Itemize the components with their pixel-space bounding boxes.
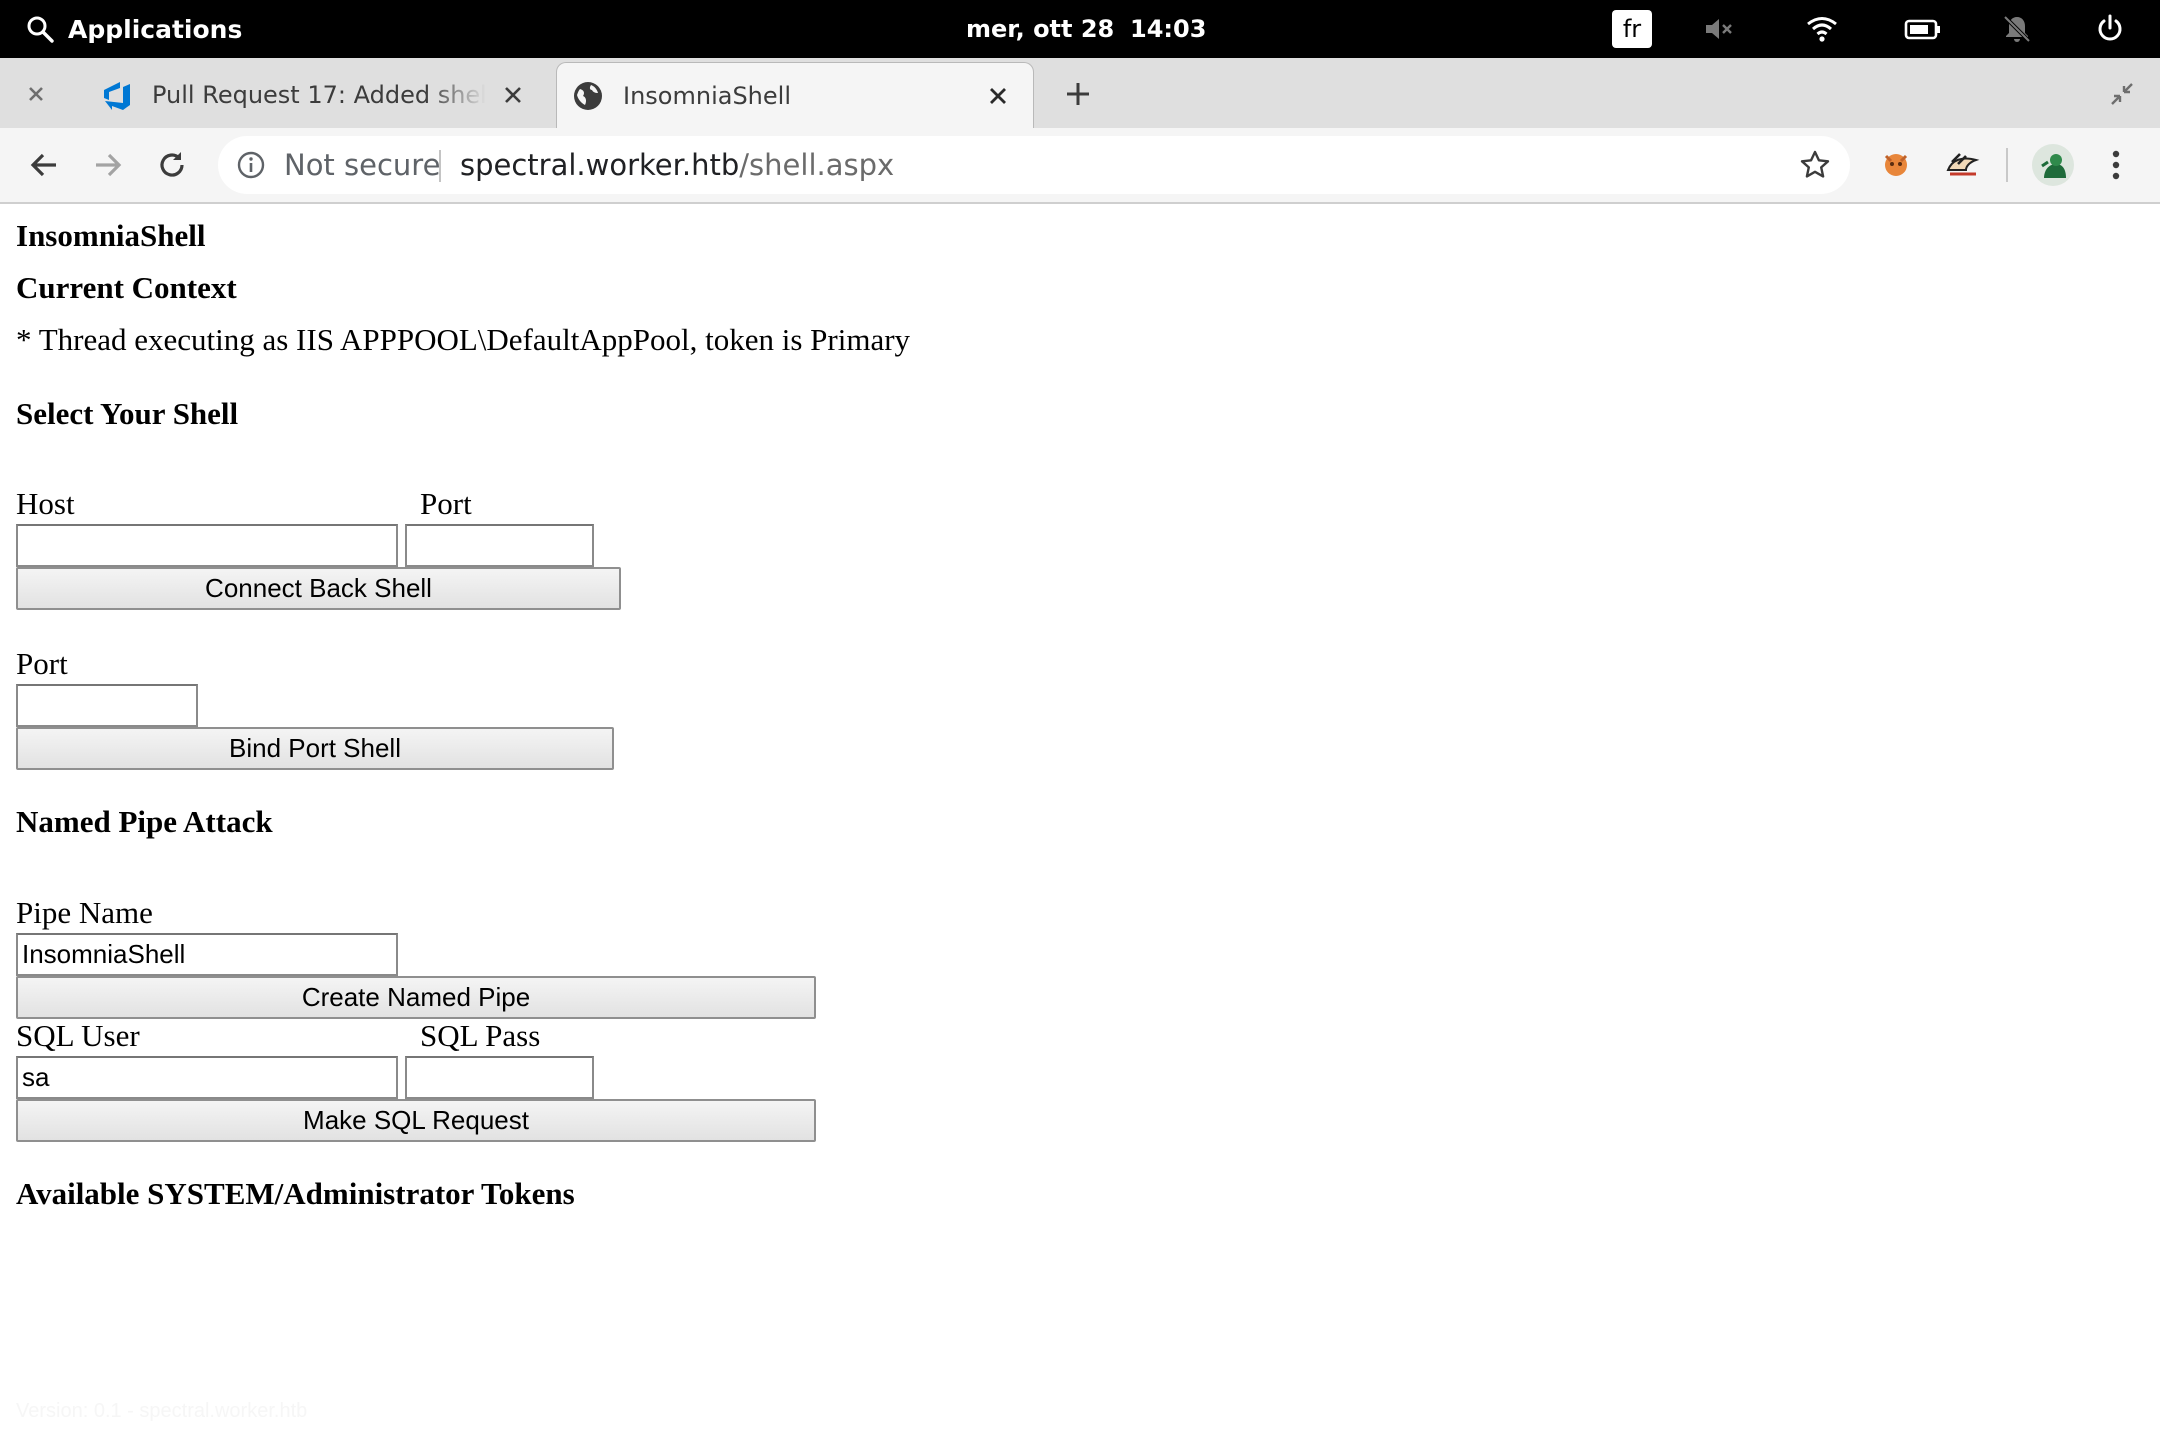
bind-port-label: Port <box>16 646 68 681</box>
applications-label: Applications <box>68 14 243 44</box>
tab-title: Pull Request 17: Added shell.aspx <box>152 81 486 109</box>
context-info-text: * Thread executing as IIS APPPOOL\Defaul… <box>16 322 911 357</box>
create-named-pipe-button[interactable]: Create Named Pipe <box>16 976 816 1019</box>
make-sql-request-button[interactable]: Make SQL Request <box>16 1099 816 1142</box>
address-separator <box>439 150 441 182</box>
search-icon <box>27 16 54 43</box>
profile-avatar[interactable] <box>2032 144 2074 186</box>
url-text[interactable]: spectral.worker.htb/shell.aspx <box>460 136 894 194</box>
new-tab-icon[interactable] <box>1062 78 1094 110</box>
applications-menu[interactable]: Applications <box>26 0 242 58</box>
url-host: spectral.worker.htb <box>460 148 740 182</box>
power-icon[interactable] <box>2094 13 2126 45</box>
connect-back-shell-button[interactable]: Connect Back Shell <box>16 567 621 610</box>
notifications-off-icon[interactable] <box>2001 13 2033 45</box>
info-icon[interactable] <box>236 150 266 180</box>
pipe-name-input[interactable] <box>16 933 398 976</box>
connect-port-input[interactable] <box>405 524 594 567</box>
bookmark-star-icon[interactable] <box>1798 148 1832 182</box>
host-input[interactable] <box>16 524 398 567</box>
sql-pass-input[interactable] <box>405 1056 594 1099</box>
tab-title: InsomniaShell <box>623 82 791 110</box>
extension-rabbit-icon[interactable] <box>1942 144 1982 184</box>
toolbar-divider <box>2006 148 2008 182</box>
back-arrow-icon[interactable] <box>26 147 62 183</box>
restore-window-icon[interactable] <box>2108 80 2136 108</box>
sql-user-input[interactable] <box>16 1056 398 1099</box>
avatar-figure-icon <box>2041 154 2066 178</box>
bind-port-input[interactable] <box>16 684 198 727</box>
close-tab-icon[interactable] <box>985 83 1011 109</box>
globe-icon <box>574 82 602 110</box>
footer-version-text: Version: 0.1 - spectral.worker.htb <box>16 1400 308 1422</box>
url-path: /shell.aspx <box>739 148 895 182</box>
port-label: Port <box>420 486 472 521</box>
web-page-content: InsomniaShell Current Context * Thread e… <box>0 204 2160 1440</box>
volume-muted-icon[interactable] <box>1702 13 1734 45</box>
host-label: Host <box>16 486 75 521</box>
pipe-name-label: Pipe Name <box>16 895 153 930</box>
browser-tab-strip: Pull Request 17: Added shell.aspx Insomn… <box>0 58 2160 129</box>
browser-menu-icon[interactable] <box>2102 146 2130 184</box>
wifi-icon[interactable] <box>1806 13 1838 45</box>
named-pipe-heading: Named Pipe Attack <box>16 804 273 839</box>
address-bar[interactable]: Not secure spectral.worker.htb/shell.asp… <box>218 136 1850 194</box>
reload-icon[interactable] <box>154 147 190 183</box>
forward-arrow-icon[interactable] <box>90 147 126 183</box>
sql-pass-label: SQL Pass <box>420 1018 541 1053</box>
battery-icon[interactable] <box>1904 13 1942 45</box>
close-icon[interactable] <box>22 80 50 108</box>
tab-insomniashell[interactable]: InsomniaShell <box>556 62 1034 129</box>
keyboard-layout-indicator[interactable]: fr <box>1612 10 1652 48</box>
clock-date[interactable]: mer, ott 28 <box>966 0 1114 58</box>
current-context-heading: Current Context <box>16 270 237 305</box>
select-shell-heading: Select Your Shell <box>16 396 239 431</box>
close-tab-icon[interactable] <box>500 82 526 108</box>
page-title: InsomniaShell <box>16 218 206 253</box>
browser-toolbar: Not secure spectral.worker.htb/shell.asp… <box>0 128 2160 204</box>
azure-devops-icon <box>104 82 130 110</box>
tokens-heading: Available SYSTEM/Administrator Tokens <box>16 1176 575 1211</box>
not-secure-label: Not secure <box>284 148 441 182</box>
bind-port-shell-button[interactable]: Bind Port Shell <box>16 727 614 770</box>
clock-time[interactable]: 14:03 <box>1130 0 1206 58</box>
sql-user-label: SQL User <box>16 1018 140 1053</box>
tab-pull-request[interactable]: Pull Request 17: Added shell.aspx <box>86 62 548 128</box>
system-top-bar: Applications mer, ott 28 14:03 fr <box>0 0 2160 58</box>
extension-fox-icon[interactable] <box>1876 144 1916 184</box>
